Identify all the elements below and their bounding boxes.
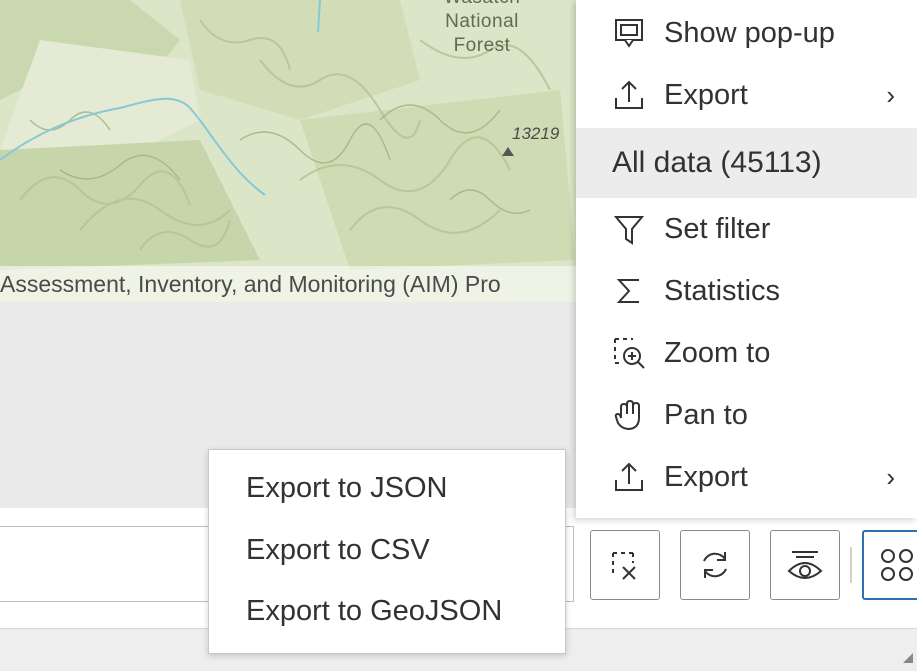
grid-icon <box>881 549 913 581</box>
chevron-right-icon: › <box>886 461 895 492</box>
menu-item-label: Set filter <box>664 212 771 245</box>
layout-button[interactable] <box>862 530 917 600</box>
menu-item-show-popup[interactable]: Show pop-up <box>576 2 917 64</box>
toggle-visibility-button[interactable] <box>770 530 840 600</box>
chevron-right-icon: › <box>886 79 895 110</box>
resize-handle-icon[interactable] <box>903 653 913 663</box>
menu-item-set-filter[interactable]: Set filter <box>576 198 917 260</box>
menu-item-label: Show pop-up <box>664 16 835 49</box>
export-to-geojson-item[interactable]: Export to GeoJSON <box>209 581 565 641</box>
menu-item-statistics[interactable]: Statistics <box>576 260 917 322</box>
export-to-csv-item[interactable]: Export to CSV <box>209 520 565 580</box>
visibility-icon <box>787 551 823 579</box>
export-icon <box>610 458 648 496</box>
forest-label-line1: Wasatch <box>432 0 532 10</box>
menu-item-export-top[interactable]: Export › <box>576 64 917 126</box>
menu-item-label: Pan to <box>664 398 748 431</box>
popup-icon <box>610 14 648 52</box>
hand-icon <box>610 396 648 434</box>
clear-selection-button[interactable] <box>590 530 660 600</box>
menu-item-zoom-to[interactable]: Zoom to <box>576 322 917 384</box>
toolbar-separator <box>850 547 852 583</box>
forest-label-line3: Forest <box>453 35 511 56</box>
refresh-button[interactable] <box>680 530 750 600</box>
menu-item-label: Statistics <box>664 274 781 307</box>
peak-elevation-label: 13219 <box>512 124 560 143</box>
layer-actions-menu: Show pop-up Export › All data (45113) Se… <box>576 0 917 518</box>
filter-icon <box>610 210 648 248</box>
export-icon <box>610 76 648 114</box>
zoom-to-icon <box>610 334 648 372</box>
forest-label-line2: National <box>445 11 519 32</box>
forest-label: Wasatch National Forest <box>432 0 532 58</box>
menu-item-label: Export <box>664 460 748 493</box>
sigma-icon <box>610 272 648 310</box>
export-to-json-item[interactable]: Export to JSON <box>209 458 565 518</box>
refresh-icon <box>703 552 727 578</box>
menu-item-export-bottom[interactable]: Export › <box>576 446 917 508</box>
menu-item-label: Export <box>664 78 748 111</box>
export-submenu: Export to JSON Export to CSV Export to G… <box>208 449 566 654</box>
menu-item-label: Zoom to <box>664 336 771 369</box>
menu-item-pan-to[interactable]: Pan to <box>576 384 917 446</box>
all-data-header: All data (45113) <box>576 128 917 198</box>
clear-selection-icon <box>612 552 636 580</box>
